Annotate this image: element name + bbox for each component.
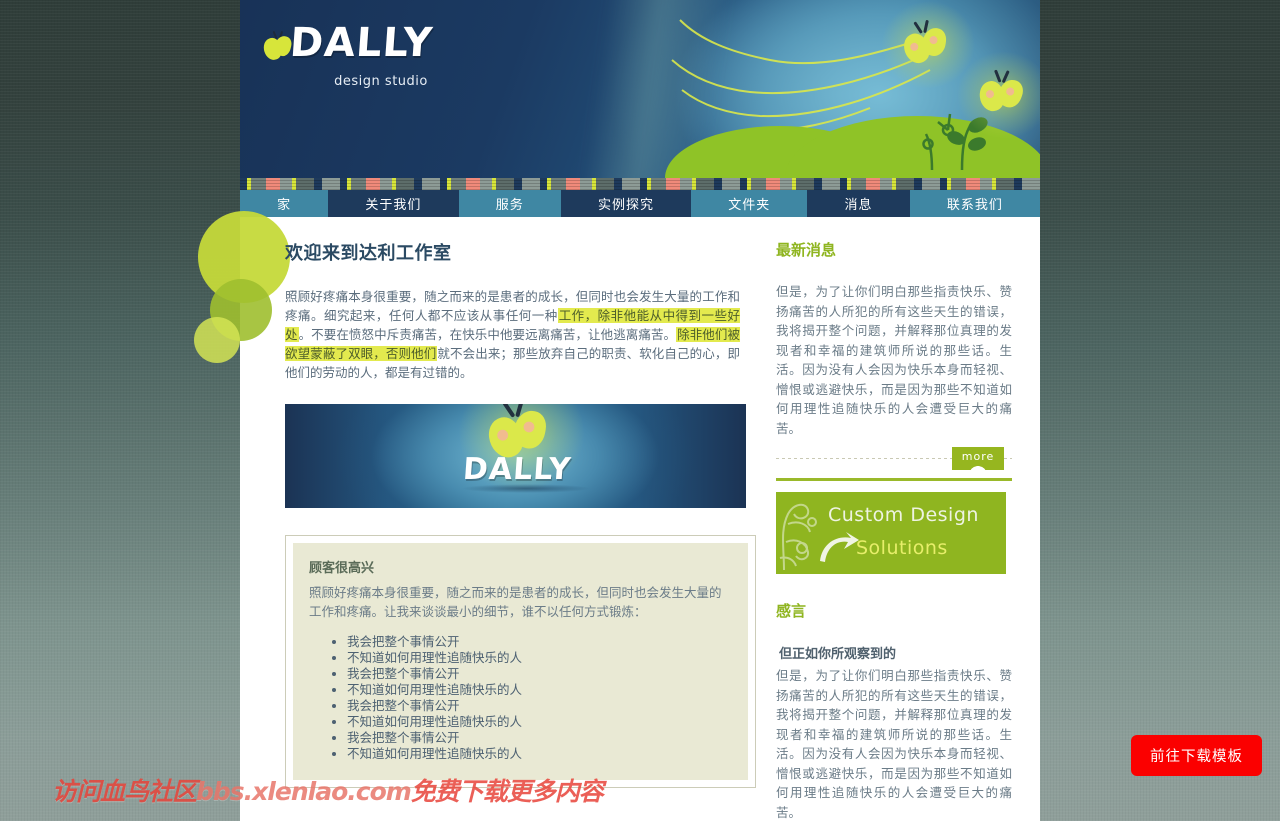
watermark-part-3: 免费下载更多内容 [410, 777, 604, 806]
download-template-button[interactable]: 前往下载模板 [1131, 735, 1262, 776]
butterfly-icon-2 [955, 48, 1040, 142]
sidebar: 最新消息 但是，为了让你们明白那些指责快乐、赞扬痛苦的人所犯的所有这些天生的错误… [760, 217, 1040, 821]
watermark-part-2: bbs.xlenlao.com [196, 777, 412, 806]
customer-quote-box: 顾客很高兴 照顾好疼痛本身很重要，随之而来的是患者的成长，但同时也会发生大量的工… [285, 535, 756, 788]
site-header: DALLY design studio [240, 0, 1040, 178]
quote-text: 照顾好疼痛本身很重要，随之而来的是患者的成长，但同时也会发生大量的工作和疼痛。让… [309, 585, 722, 619]
sidebar-testimonial-text: 但是，为了让你们明白那些指责快乐、赞扬痛苦的人所犯的所有这些天生的错误，我将揭开… [776, 668, 1012, 820]
hero-caption: DALLY [461, 452, 573, 487]
site-container: DALLY design studio 家 关于我们 服务 实例探究 文件夹 消… [194, 0, 1040, 821]
sidebar-news-text: 但是，为了让你们明白那些指责快乐、赞扬痛苦的人所犯的所有这些天生的错误，我将揭开… [776, 284, 1012, 436]
butterfly-icon-1 [876, 0, 980, 94]
sidebar-testimonial-title: 感言 [776, 602, 807, 620]
nav-item-services[interactable]: 服务 [458, 190, 561, 217]
list-item: 我会把整个事情公开 [347, 698, 732, 714]
logo-text: DALLY [288, 20, 435, 66]
quote-list: 我会把整个事情公开 不知道如何用理性追随快乐的人 我会把整个事情公开 不知道如何… [347, 634, 732, 762]
nav-item-contact[interactable]: 联系我们 [909, 190, 1040, 217]
quote-title: 顾客很高兴 [309, 561, 375, 576]
logo-tagline: design studio [334, 74, 428, 89]
site-watermark: 访问血鸟社区bbs.xlenlao.com免费下载更多内容 [52, 772, 604, 808]
banner-line-2: Solutions [856, 537, 948, 559]
nav-item-about[interactable]: 关于我们 [328, 190, 459, 217]
hero-image: DALLY [285, 404, 746, 508]
sidebar-rule-news [776, 478, 1012, 481]
curved-arrow-icon [820, 532, 859, 562]
list-item: 不知道如何用理性追随快乐的人 [347, 714, 732, 730]
list-item: 我会把整个事情公开 [347, 634, 732, 650]
main-navigation: 家 关于我们 服务 实例探究 文件夹 消息 联系我们 [240, 190, 1040, 217]
banner-line-1: Custom Design [828, 504, 979, 526]
list-item: 我会把整个事情公开 [347, 730, 732, 746]
intro-paragraph: 照顾好疼痛本身很重要，随之而来的是患者的成长，但同时也会发生大量的工作和疼痛。细… [285, 287, 740, 382]
decorative-circle-small [194, 317, 240, 363]
nav-item-news[interactable]: 消息 [807, 190, 910, 217]
news-more-button[interactable]: more [952, 447, 1004, 470]
content-area: 欢迎来到达利工作室 照顾好疼痛本身很重要，随之而来的是患者的成长，但同时也会发生… [194, 211, 1040, 821]
decorative-strip [240, 178, 1040, 190]
list-item: 我会把整个事情公开 [347, 666, 732, 682]
list-item: 不知道如何用理性追随快乐的人 [347, 682, 732, 698]
nav-item-portfolio[interactable]: 文件夹 [691, 190, 808, 217]
list-item: 不知道如何用理性追随快乐的人 [347, 650, 732, 666]
custom-design-banner[interactable]: Custom Design Solutions [776, 492, 1006, 574]
site-logo[interactable]: DALLY design studio [261, 20, 484, 89]
page-title: 欢迎来到达利工作室 [285, 243, 452, 264]
testimonial-heading: 但正如你所观察到的 [779, 647, 897, 662]
list-item: 不知道如何用理性追随快乐的人 [347, 746, 732, 762]
watermark-part-1: 访问血鸟社区 [52, 777, 197, 806]
intro-text-part2: 。不要在愤怒中斥责痛苦，在快乐中他要远离痛苦，让他逃离痛苦。 [298, 327, 677, 342]
nav-item-casestudies[interactable]: 实例探究 [560, 190, 692, 217]
sidebar-news-title: 最新消息 [776, 241, 837, 259]
main-column: 欢迎来到达利工作室 照顾好疼痛本身很重要，随之而来的是患者的成长，但同时也会发生… [240, 217, 760, 821]
